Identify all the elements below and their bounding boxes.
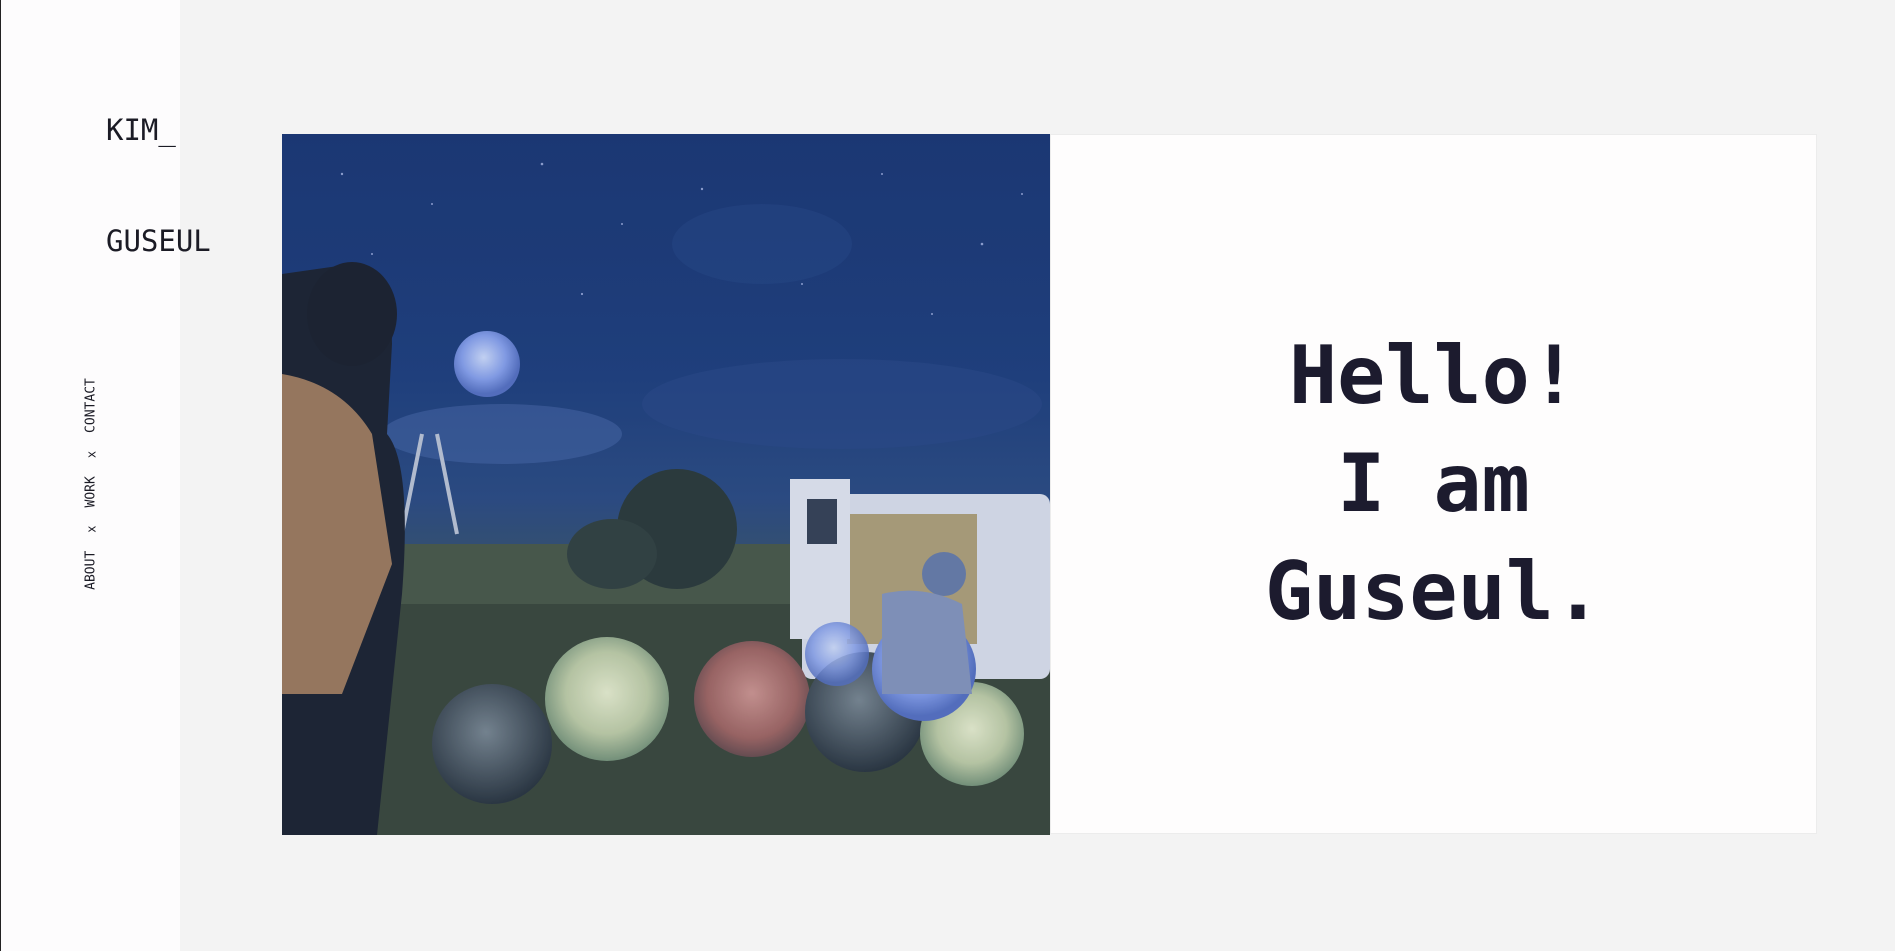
nav-link-work[interactable]: WORK <box>84 476 99 507</box>
nav-link-contact[interactable]: CONTACT <box>84 378 99 433</box>
intro-card: Hello! I am Guseul. <box>1050 134 1817 834</box>
hero-photo <box>282 134 1050 835</box>
hero-section: Hello! I am Guseul. <box>282 134 1818 835</box>
logo-line-2: GUSEUL <box>106 224 211 258</box>
hero-headline: Hello! I am Guseul. <box>1265 322 1602 646</box>
headline-line-3: Guseul. <box>1264 545 1603 638</box>
headline-line-1: Hello! <box>1289 329 1578 422</box>
vertical-nav: ABOUT x WORK x CONTACT <box>84 378 99 590</box>
logo-line-1: KIM_ <box>106 113 176 147</box>
nav-link-about[interactable]: ABOUT <box>84 551 99 590</box>
nav-separator: x <box>84 450 98 459</box>
headline-line-2: I am <box>1337 437 1530 530</box>
nav-separator: x <box>84 525 98 533</box>
photo-illustration <box>282 134 1050 835</box>
site-logo[interactable]: KIM_ GUSEUL <box>106 38 211 334</box>
